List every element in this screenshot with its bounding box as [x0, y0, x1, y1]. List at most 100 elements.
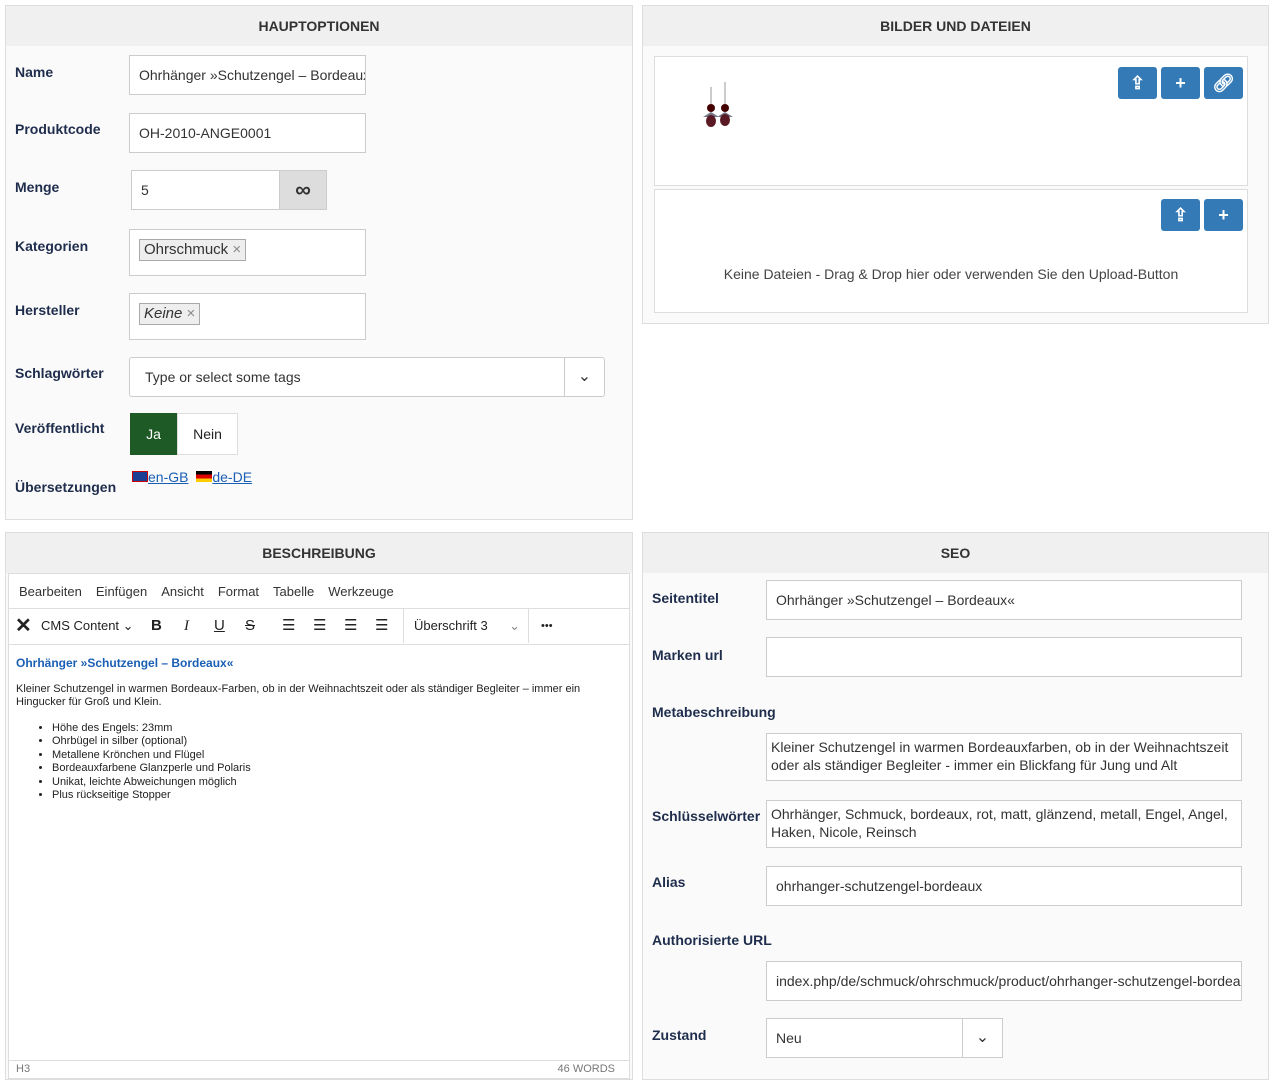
qty-label: Menge: [15, 179, 60, 195]
word-count: 46 WORDS: [557, 1063, 615, 1075]
more-button[interactable]: •••: [528, 609, 553, 643]
rich-text-editor: Bearbeiten Einfügen Ansicht Format Tabelle We…: [8, 573, 630, 1079]
content-heading: Ohrhänger »Schutzengel – Bordeaux«: [16, 656, 234, 670]
align-left-button[interactable]: ☰: [282, 609, 295, 643]
name-label: Name: [15, 64, 54, 80]
menu-tools[interactable]: Werkzeuge: [328, 584, 394, 599]
translation-link-de[interactable]: de-DE: [212, 469, 252, 485]
files-panel: BILDER UND DATEIEN ⇪ + 🔗︎ ⇪ + Keine Date…: [642, 5, 1269, 324]
manufacturer-chip[interactable]: Keine ×: [139, 303, 201, 325]
list-item: Metallene Krönchen und Flügel: [52, 749, 622, 763]
translation-link-en[interactable]: en-GB: [148, 469, 188, 485]
list-item: Höhe des Engels: 23mm: [52, 722, 622, 736]
chip-label: Keine: [144, 305, 183, 322]
upload-icon: ⇪: [1129, 73, 1146, 93]
strikethrough-button[interactable]: S: [245, 609, 255, 643]
editor-menubar: Bearbeiten Einfügen Ansicht Format Tabelle We…: [9, 574, 629, 609]
code-input[interactable]: OH-2010-ANGE0001: [129, 113, 366, 153]
list-item: Plus rückseitige Stopper: [52, 789, 622, 803]
editor-statusbar: H3 46 WORDS: [9, 1060, 629, 1078]
description-panel: BESCHREIBUNG Bearbeiten Einfügen Ansicht Fo…: [5, 532, 633, 1080]
keywords-label: Schlüsselwörter: [652, 808, 761, 824]
panel-title: BILDER UND DATEIEN: [643, 6, 1268, 46]
qty-input[interactable]: 5: [131, 170, 280, 210]
authorized-url-input[interactable]: index.php/de/schmuck/ohrschmuck/product/…: [766, 961, 1242, 1001]
page-title-label: Seitentitel: [652, 590, 719, 606]
chevron-down-icon[interactable]: ⌄: [962, 1019, 1002, 1057]
published-yes-button[interactable]: Ja: [130, 413, 177, 455]
brand-url-label: Marken url: [652, 647, 723, 663]
translations: en-GB de-DE: [132, 469, 252, 485]
content-paragraph: Kleiner Schutzengel in warmen Bordeaux-F…: [16, 682, 581, 709]
list-item: Ohrbügel in silber (optional): [52, 735, 622, 749]
condition-value: Neu: [776, 1030, 802, 1046]
meta-description-textarea[interactable]: Kleiner Schutzengel in warmen Bordeauxfa…: [766, 733, 1242, 781]
panel-title: HAUPTOPTIONEN: [6, 6, 632, 46]
chevron-down-icon[interactable]: ⌄: [564, 358, 604, 396]
brand-url-input[interactable]: [766, 637, 1242, 677]
translations-label: Übersetzungen: [15, 479, 117, 495]
menu-edit[interactable]: Bearbeiten: [19, 584, 82, 599]
tags-placeholder: Type or select some tags: [145, 369, 301, 385]
condition-select[interactable]: Neu ⌄: [766, 1018, 1003, 1058]
image-dropzone[interactable]: ⇪ + 🔗︎: [654, 56, 1248, 186]
published-no-button[interactable]: Nein: [177, 413, 238, 455]
condition-label: Zustand: [652, 1027, 707, 1043]
underline-button[interactable]: U: [214, 609, 225, 643]
bold-button[interactable]: B: [151, 609, 162, 643]
main-options-panel: HAUPTOPTIONEN Name Ohrhänger »Schutzenge…: [5, 5, 633, 520]
category-chip[interactable]: Ohrschmuck ×: [139, 239, 247, 261]
panel-title: SEO: [643, 533, 1268, 573]
add-file-button[interactable]: +: [1204, 199, 1243, 231]
plus-icon: +: [1175, 73, 1186, 93]
manufacturer-label: Hersteller: [15, 302, 80, 318]
menu-table[interactable]: Tabelle: [273, 584, 314, 599]
file-dropzone[interactable]: ⇪ + Keine Dateien - Drag & Drop hier ode…: [654, 189, 1248, 313]
element-path[interactable]: H3: [16, 1063, 30, 1075]
add-image-button[interactable]: +: [1161, 67, 1200, 99]
italic-button[interactable]: I: [184, 609, 189, 643]
plus-icon: +: [1218, 205, 1229, 225]
infinity-toggle-button[interactable]: ∞: [279, 170, 327, 210]
align-center-button[interactable]: ☰: [313, 609, 326, 643]
remove-icon[interactable]: ×: [187, 305, 196, 322]
flag-de-icon: [196, 471, 213, 482]
editor-toolbar: ✕ CMS Content ⌄ B I U S ☰ ☰ ☰ ☰ Überschr…: [9, 609, 629, 645]
cms-content-dropdown[interactable]: CMS Content ⌄: [41, 609, 134, 643]
menu-insert[interactable]: Einfügen: [96, 584, 147, 599]
product-image[interactable]: [695, 77, 745, 142]
meta-description-label: Metabeschreibung: [652, 704, 776, 720]
upload-icon: ⇪: [1172, 205, 1189, 225]
category-select[interactable]: Ohrschmuck ×: [129, 229, 366, 276]
list-item: Bordeauxfarbene Glanzperle und Polaris: [52, 762, 622, 776]
justify-button[interactable]: ☰: [375, 609, 388, 643]
seo-panel: SEO Seitentitel Ohrhänger »Schutzengel –…: [642, 532, 1269, 1080]
flag-gb-icon: [132, 471, 148, 482]
menu-format[interactable]: Format: [218, 584, 259, 599]
chip-label: Ohrschmuck: [144, 241, 229, 258]
panel-title: BESCHREIBUNG: [6, 533, 632, 573]
remove-icon[interactable]: ×: [232, 241, 241, 258]
category-label: Kategorien: [15, 238, 89, 254]
menu-view[interactable]: Ansicht: [161, 584, 204, 599]
manufacturer-select[interactable]: Keine ×: [129, 293, 366, 340]
published-label: Veröffentlicht: [15, 420, 105, 436]
editor-content[interactable]: Ohrhänger »Schutzengel – Bordeaux« Klein…: [9, 645, 629, 827]
tags-label: Schlagwörter: [15, 365, 104, 381]
upload-image-button[interactable]: ⇪: [1118, 67, 1157, 99]
authorized-url-label: Authorisierte URL: [652, 932, 772, 948]
keywords-textarea[interactable]: Ohrhänger, Schmuck, bordeaux, rot, matt,…: [766, 800, 1242, 848]
block-format-dropdown[interactable]: Überschrift 3 ⌄: [403, 609, 528, 643]
no-files-message: Keine Dateien - Drag & Drop hier oder ve…: [723, 266, 1179, 282]
link-icon: 🔗︎: [1212, 73, 1235, 93]
alias-input[interactable]: ohrhanger-schutzengel-bordeaux: [766, 866, 1242, 906]
upload-file-button[interactable]: ⇪: [1161, 199, 1200, 231]
list-item: Unikat, leichte Abweichungen möglich: [52, 776, 622, 790]
align-right-button[interactable]: ☰: [344, 609, 357, 643]
joomla-icon: ✕: [15, 615, 32, 637]
link-image-button[interactable]: 🔗︎: [1204, 67, 1243, 99]
name-input[interactable]: Ohrhänger »Schutzengel – Bordeaux«: [129, 55, 366, 95]
page-title-input[interactable]: Ohrhänger »Schutzengel – Bordeaux«: [766, 580, 1242, 620]
code-label: Produktcode: [15, 121, 101, 137]
tags-select[interactable]: Type or select some tags ⌄: [129, 357, 605, 397]
